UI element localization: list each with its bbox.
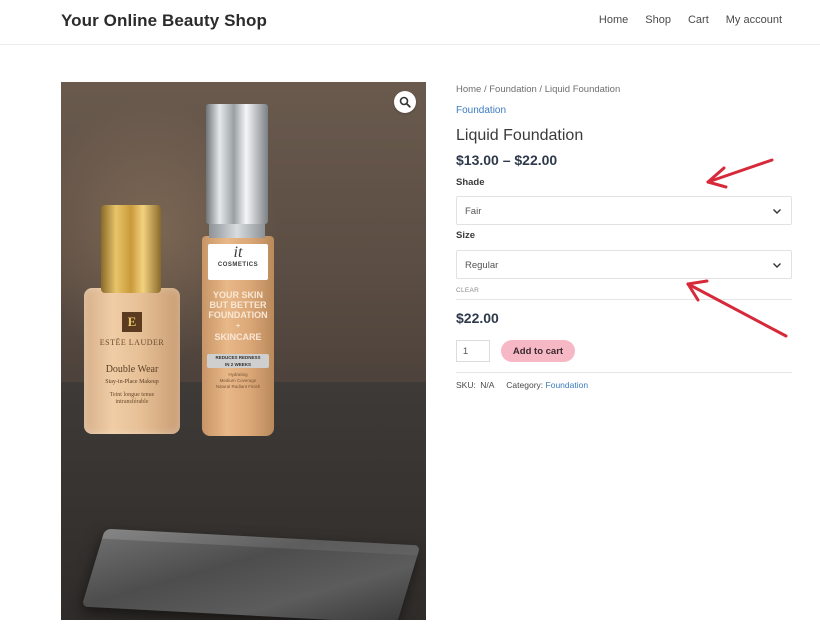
estee-name-line1: Double Wear bbox=[105, 364, 159, 375]
badge-line1: REDUCES REDNESS bbox=[215, 355, 261, 360]
nav-shop[interactable]: Shop bbox=[645, 14, 671, 26]
fine-line2: Medium Coverage bbox=[219, 378, 257, 383]
chevron-down-icon bbox=[773, 209, 781, 214]
add-to-cart-button[interactable]: Add to cart bbox=[501, 340, 575, 362]
shade-label: Shade bbox=[456, 177, 485, 188]
sku-label: SKU: bbox=[456, 380, 476, 390]
fine-line1: Hydrating bbox=[228, 372, 248, 377]
price-range: $13.00 – $22.00 bbox=[456, 152, 558, 168]
breadcrumb[interactable]: Home / Foundation / Liquid Foundation bbox=[456, 84, 620, 95]
zoom-button[interactable] bbox=[394, 91, 416, 113]
marble-slab bbox=[81, 528, 421, 620]
estee-lauder-logo-icon: E bbox=[122, 312, 142, 332]
tagline-line3: FOUNDATION bbox=[208, 310, 268, 320]
estee-lauder-bottle bbox=[84, 288, 180, 434]
estee-lauder-product-name: Double Wear Stay-in-Place Makeup bbox=[86, 364, 178, 388]
estee-lauder-cap bbox=[101, 205, 161, 293]
estee-sub-line2: intransférable bbox=[115, 399, 149, 405]
product-meta: SKU: N/A Category: Foundation bbox=[456, 380, 588, 390]
it-cosmetics-fine-print: Hydrating Medium Coverage Natural Radian… bbox=[208, 372, 268, 390]
badge-line2: IN 2 WEEKS bbox=[224, 362, 251, 367]
product-title: Liquid Foundation bbox=[456, 127, 584, 144]
clear-variations-link[interactable]: CLEAR bbox=[456, 287, 479, 294]
nav-my-account[interactable]: My account bbox=[726, 14, 782, 26]
estee-lauder-brand: ESTĒE LAUDER bbox=[99, 338, 165, 347]
category-meta-label: Category: bbox=[506, 380, 544, 390]
tagline-line4: + bbox=[235, 323, 241, 330]
site-header: Your Online Beauty Shop Home Shop Cart M… bbox=[0, 0, 820, 45]
chevron-down-icon bbox=[773, 263, 781, 268]
nav-home[interactable]: Home bbox=[599, 14, 628, 26]
category-link[interactable]: Foundation bbox=[456, 105, 506, 116]
annotation-arrow-icon bbox=[686, 279, 788, 338]
size-label: Size bbox=[456, 230, 476, 241]
size-select-value: Regular bbox=[465, 260, 499, 271]
nav-cart[interactable]: Cart bbox=[688, 14, 709, 26]
main-nav: Home Shop Cart My account bbox=[582, 14, 782, 26]
it-cosmetics-logo: it COSMETICS bbox=[208, 244, 268, 280]
it-cosmetics-tagline: YOUR SKIN BUT BETTER FOUNDATION + SKINCA… bbox=[204, 290, 272, 342]
it-cosmetics-badge: REDUCES REDNESS IN 2 WEEKS bbox=[207, 354, 269, 368]
it-logo-text: it bbox=[233, 244, 243, 261]
shade-select[interactable]: Fair bbox=[456, 196, 792, 225]
quantity-input[interactable] bbox=[456, 340, 490, 362]
estee-name-line2: Stay-in-Place Makeup bbox=[105, 379, 159, 385]
current-price: $22.00 bbox=[456, 310, 499, 326]
tagline-line2: BUT BETTER bbox=[209, 300, 267, 310]
shade-select-value: Fair bbox=[465, 206, 482, 217]
estee-sub-line1: Teint longue tenue bbox=[109, 392, 155, 398]
fine-line3: Natural Radiant Finish bbox=[215, 384, 261, 389]
sku-value: N/A bbox=[480, 380, 494, 390]
tagline-line5: SKINCARE bbox=[214, 332, 262, 342]
divider bbox=[456, 372, 792, 373]
magnifier-icon bbox=[399, 96, 411, 108]
estee-lauder-subtitle: Teint longue tenue intransférable bbox=[86, 392, 178, 406]
category-meta: Category: Foundation bbox=[506, 380, 588, 390]
cosmetics-logo-text: COSMETICS bbox=[217, 262, 259, 268]
site-title[interactable]: Your Online Beauty Shop bbox=[61, 11, 267, 31]
tagline-line1: YOUR SKIN bbox=[212, 290, 263, 300]
annotation-arrow-icon bbox=[706, 158, 774, 189]
it-cosmetics-cap bbox=[206, 104, 268, 224]
category-meta-link[interactable]: Foundation bbox=[546, 380, 589, 390]
